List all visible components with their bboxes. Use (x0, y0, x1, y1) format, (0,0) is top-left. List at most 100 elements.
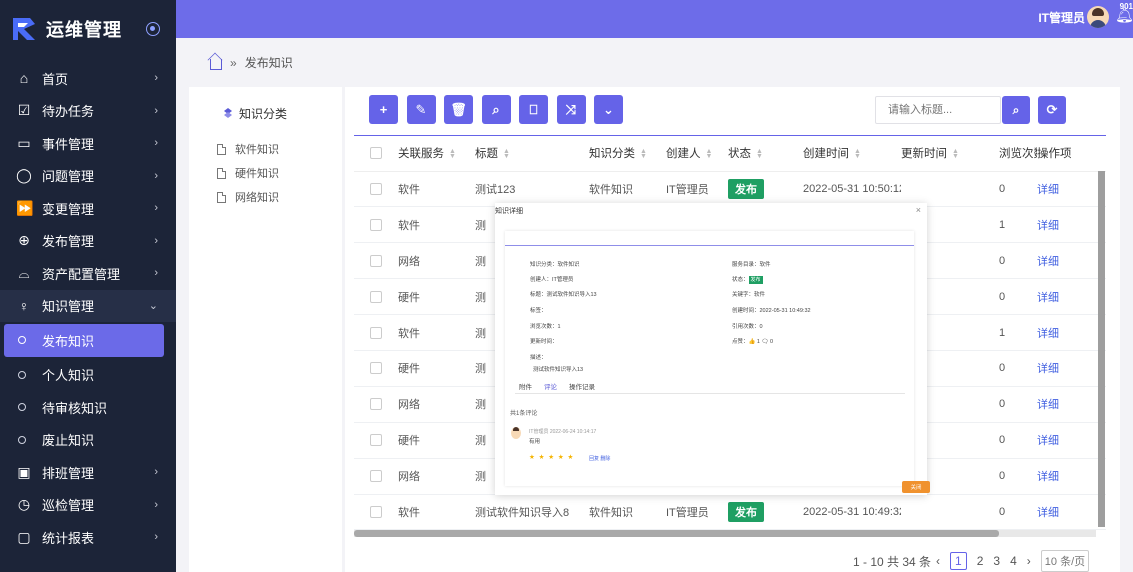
page-size-select[interactable]: 10 条/页 (1040, 550, 1090, 572)
sort-icon[interactable]: ▲ ▼ (503, 148, 510, 160)
detail-link[interactable]: 详细 (1037, 292, 1059, 304)
column-header[interactable]: 状态 ▲ ▼ (728, 136, 803, 172)
sidebar-item[interactable]: ▭ 事件管理 › (0, 127, 176, 160)
row-checkbox[interactable] (370, 182, 382, 195)
sidebar-item[interactable]: ⏩ 变更管理 › (0, 192, 176, 225)
page-button[interactable]: 2 (977, 554, 984, 568)
sort-icon[interactable]: ▲ ▼ (640, 148, 647, 160)
sidebar-subitem[interactable]: 发布知识 (4, 324, 164, 357)
select-all-header (354, 136, 398, 172)
sidebar-item[interactable]: ⌂ 首页 › (0, 62, 176, 95)
cell-text: 0 (999, 505, 1006, 518)
page-button[interactable]: 1 (950, 552, 967, 570)
page-button[interactable]: 3 (993, 554, 1000, 568)
sort-icon[interactable]: ▲ ▼ (449, 148, 456, 160)
sidebar-item[interactable]: ▣ 排班管理 › (0, 456, 176, 489)
close-icon[interactable]: × (916, 205, 921, 215)
prev-page-button[interactable]: ‹ (936, 554, 940, 568)
row-checkbox[interactable] (370, 326, 382, 339)
delete-button[interactable]: 🗑︎ (444, 95, 473, 124)
edit-button[interactable]: ✎ (406, 95, 436, 124)
detail-link[interactable]: 详细 (1037, 363, 1059, 375)
detail-link[interactable]: 详细 (1037, 471, 1059, 483)
header-user-name[interactable]: IT管理员 (1038, 9, 1085, 26)
sidebar-item[interactable]: ◯ 问题管理 › (0, 160, 176, 193)
sidebar-item[interactable]: ◷ 巡检管理 › (0, 489, 176, 522)
sort-icon[interactable]: ▲ ▼ (952, 148, 959, 160)
top-header: IT管理员 🔔︎ 901 (176, 0, 1133, 38)
column-header[interactable]: 标题 ▲ ▼ (475, 136, 589, 172)
select-all-checkbox[interactable] (370, 147, 382, 160)
sidebar-item[interactable]: ☑ 待办任务 › (0, 95, 176, 128)
tree-item[interactable]: 硬件知识 (217, 161, 279, 185)
detail-link[interactable]: 详细 (1037, 435, 1059, 447)
row-checkbox[interactable] (370, 290, 382, 303)
search-button[interactable]: ⌕ (1002, 96, 1030, 124)
cell-action: 详细 (1037, 314, 1106, 351)
row-checkbox[interactable] (370, 254, 382, 267)
sidebar-subitem[interactable]: 废止知识 (0, 424, 176, 457)
detail-link[interactable]: 详细 (1037, 507, 1059, 519)
table-row[interactable]: 软件 测试软件知识导入8 软件知识 IT管理员 发布 2022-05-31 10:49:3… (354, 494, 1106, 531)
tree-item[interactable]: 网络知识 (217, 185, 279, 209)
detail-link[interactable]: 详细 (1037, 184, 1059, 196)
column-header[interactable]: 操作项 (1037, 136, 1106, 172)
modal-close-button[interactable]: 关闭 (902, 481, 930, 493)
tree-item[interactable]: 软件知识 (217, 137, 279, 161)
sort-icon[interactable]: ▲ ▼ (756, 148, 763, 160)
row-checkbox[interactable] (370, 218, 382, 231)
sidebar: 运维管理 ⌂ 首页 › ☑ 待办任务 › ▭ 事件管理 › ◯ 问题管理 › ⏩ 变更管理 › ⊕ 发布管理 › ⌓… (0, 0, 176, 572)
header-avatar[interactable] (1087, 6, 1109, 28)
row-checkbox[interactable] (370, 470, 382, 483)
column-header[interactable]: 浏览次数 (999, 136, 1037, 172)
shuffle-button[interactable]: ⤨ (556, 95, 586, 124)
modal-field: 更新时间： (530, 339, 558, 345)
column-header[interactable]: 关联服务 ▲ ▼ (398, 136, 475, 172)
cell-text: 网络 (398, 399, 420, 412)
sidebar-item-label: 排班管理 (42, 465, 95, 481)
row-checkbox[interactable] (370, 434, 382, 447)
sidebar-subitem[interactable]: 待审核知识 (0, 391, 176, 424)
sort-icon[interactable]: ▲ ▼ (706, 148, 713, 160)
cell-text: 测 (475, 219, 486, 232)
column-header[interactable]: 知识分类 ▲ ▼ (589, 136, 666, 172)
monitor-icon: ▭ (17, 134, 31, 151)
table-row[interactable]: 软件 测试123 软件知识 IT管理员 发布 2022-05-31 10:50:12 0 详细 (354, 171, 1106, 208)
column-header[interactable]: 创建时间 ▲ ▼ (803, 136, 901, 172)
page-button[interactable]: 4 (1010, 554, 1017, 568)
cell-text: 软件 (398, 327, 420, 340)
row-checkbox[interactable] (370, 398, 382, 411)
comment-actions[interactable]: 回复 删除 (589, 455, 610, 462)
pagination-summary: 1 - 10 共 34 条 (853, 554, 932, 569)
sidebar-item[interactable]: ♀ 知识管理 ⌄ (0, 289, 176, 322)
detail-link[interactable]: 详细 (1037, 220, 1059, 232)
detail-link[interactable]: 详细 (1037, 328, 1059, 340)
refresh-button[interactable]: ⟳ (1038, 96, 1066, 124)
cell-text: 软件知识 (589, 506, 633, 519)
row-checkbox[interactable] (370, 505, 382, 518)
horizontal-scrollbar[interactable] (354, 530, 999, 537)
next-page-button[interactable]: › (1027, 554, 1031, 568)
cell-text: 测 (475, 435, 486, 448)
detail-link[interactable]: 详细 (1037, 399, 1059, 411)
more-dropdown-button[interactable]: ⌄ (594, 95, 623, 124)
column-header[interactable]: 更新时间 ▲ ▼ (901, 136, 999, 172)
bookmark-button[interactable]: ⎕ (519, 95, 548, 124)
title-search-input[interactable] (875, 96, 1001, 124)
search-detail-button[interactable]: ⌕ (481, 95, 511, 124)
sidebar-toggle-icon[interactable] (146, 22, 160, 36)
row-checkbox[interactable] (370, 362, 382, 375)
modal-field: 创建人：IT管理员 (530, 277, 574, 283)
sidebar-subitem[interactable]: 个人知识 (0, 359, 176, 392)
sidebar-item[interactable]: ▢ 统计报表 › (0, 521, 176, 554)
column-header[interactable]: 创建人 ▲ ▼ (666, 136, 728, 172)
modal-field: 标题：测试软件知识导入13 (530, 292, 597, 298)
sort-icon[interactable]: ▲ ▼ (854, 148, 861, 160)
vertical-scrollbar[interactable] (1098, 171, 1105, 527)
detail-link[interactable]: 详细 (1037, 256, 1059, 268)
sidebar-item[interactable]: ⊕ 发布管理 › (0, 225, 176, 258)
clock-icon: ◷ (17, 496, 31, 513)
home-icon[interactable] (210, 59, 222, 70)
sidebar-item[interactable]: ⌓ 资产配置管理 › (0, 257, 176, 290)
add-button[interactable]: + (369, 95, 398, 124)
